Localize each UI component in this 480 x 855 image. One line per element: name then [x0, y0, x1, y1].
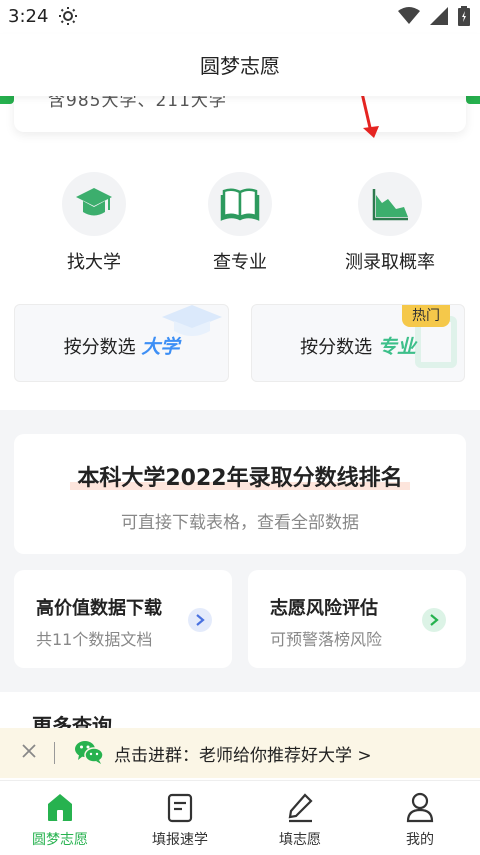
bottom-tab-bar: 圆梦志愿 填报速学 填志愿 我的 — [0, 780, 480, 855]
document-icon — [167, 793, 193, 823]
user-icon — [406, 792, 434, 823]
admission-probability-entry[interactable]: 测录取概率 — [310, 172, 470, 282]
top-section: 含985大学、211大学 找大学 查专业 测录取概率 按分数选 大学 热门 按分… — [0, 96, 480, 410]
divider — [54, 742, 55, 764]
find-university-entry[interactable]: 找大学 — [14, 172, 174, 282]
chevron-right-icon — [422, 608, 446, 632]
ranking-card[interactable]: 本科大学2022年录取分数线排名 可直接下载表格，查看全部数据 — [14, 434, 466, 554]
area-chart-icon — [358, 172, 422, 236]
status-time: 3:24 — [8, 6, 49, 27]
find-university-label: 找大学 — [67, 252, 121, 273]
wifi-icon — [398, 7, 420, 24]
tab-fill-application[interactable]: 填志愿 — [240, 781, 360, 855]
pick-major-text: 按分数选 专业 — [252, 332, 464, 359]
ranking-title: 本科大学2022年录取分数线排名 — [77, 466, 403, 491]
admission-probability-label: 测录取概率 — [345, 252, 435, 273]
tab-home[interactable]: 圆梦志愿 — [0, 781, 120, 855]
data-download-card[interactable]: 高价值数据下载 共11个数据文档 — [14, 570, 232, 668]
data-download-title: 高价值数据下载 — [36, 598, 162, 619]
quick-entry-row: 找大学 查专业 测录取概率 — [0, 172, 480, 282]
main-scroll[interactable]: 含985大学、211大学 找大学 查专业 测录取概率 按分数选 大学 热门 按分… — [0, 96, 480, 780]
filter-card-text: 含985大学、211大学 — [48, 96, 227, 111]
status-icons — [398, 6, 470, 26]
page-title: 圆梦志愿 — [200, 54, 280, 78]
pick-major-prefix: 按分数选 — [300, 337, 373, 358]
tab-home-label: 圆梦志愿 — [32, 832, 88, 848]
tab-profile-label: 我的 — [406, 832, 434, 848]
decor-strip — [0, 96, 14, 104]
pick-university-prefix: 按分数选 — [63, 337, 136, 358]
tab-quick-learn-label: 填报速学 — [152, 832, 208, 848]
brightness-icon — [58, 6, 78, 30]
find-major-entry[interactable]: 查专业 — [160, 172, 320, 282]
risk-assessment-title: 志愿风险评估 — [270, 598, 378, 619]
find-major-label: 查专业 — [213, 252, 267, 273]
close-icon[interactable] — [20, 742, 38, 760]
wechat-icon — [75, 741, 104, 764]
app-header: 圆梦志愿 — [0, 34, 480, 96]
pick-university-em: 大学 — [141, 336, 180, 358]
risk-assessment-subtitle: 可预警落榜风险 — [270, 630, 383, 649]
tab-fill-application-label: 填志愿 — [279, 832, 321, 848]
graduation-cap-icon — [62, 172, 126, 236]
pick-university-text: 按分数选 大学 — [15, 332, 228, 359]
chevron-right-icon — [188, 608, 212, 632]
pick-by-score-university[interactable]: 按分数选 大学 — [14, 304, 229, 382]
tab-profile[interactable]: 我的 — [360, 781, 480, 855]
decor-strip — [466, 96, 480, 104]
book-icon — [208, 172, 272, 236]
pen-icon — [288, 793, 313, 823]
hot-badge: 热门 — [402, 305, 450, 327]
pick-by-score-major[interactable]: 热门 按分数选 专业 — [251, 304, 465, 382]
annotation-arrow — [361, 96, 379, 138]
data-download-subtitle: 共11个数据文档 — [36, 630, 153, 649]
risk-assessment-card[interactable]: 志愿风险评估 可预警落榜风险 — [248, 570, 466, 668]
join-group-text: 点击进群：老师给你推荐好大学 > — [114, 746, 372, 766]
university-filter-card[interactable]: 含985大学、211大学 — [14, 96, 466, 132]
battery-icon — [458, 6, 470, 26]
join-group-banner[interactable]: 点击进群：老师给你推荐好大学 > — [0, 728, 480, 778]
home-icon — [48, 794, 72, 821]
status-bar: 3:24 — [0, 0, 480, 34]
tab-quick-learn[interactable]: 填报速学 — [120, 781, 240, 855]
signal-icon — [430, 7, 448, 25]
pick-major-em: 专业 — [377, 336, 416, 358]
ranking-subtitle: 可直接下载表格，查看全部数据 — [121, 513, 359, 533]
